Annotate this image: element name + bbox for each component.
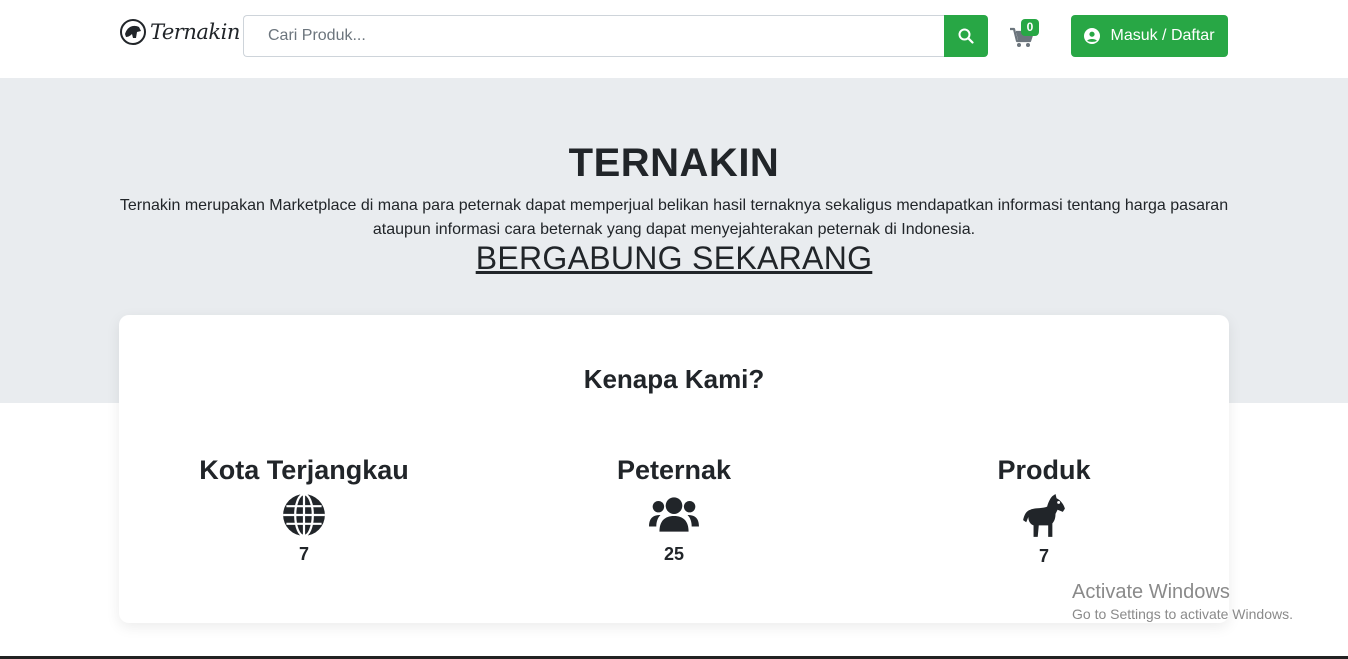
stat-label: Produk — [997, 455, 1091, 485]
login-register-button[interactable]: Masuk / Daftar — [1071, 15, 1228, 57]
stat-value: 7 — [298, 544, 309, 564]
horse-icon — [1023, 494, 1065, 537]
login-button-label: Masuk / Daftar — [1110, 27, 1215, 44]
stat-cities: Kota Terjangkau 7 — [119, 452, 489, 565]
search-input[interactable] — [243, 15, 944, 57]
search-icon — [958, 28, 974, 44]
hero-cta-wrapper: BERGABUNG SEKARANG — [0, 240, 1348, 277]
watermark-subtitle: Go to Settings to activate Windows. — [1072, 606, 1293, 622]
logo[interactable]: Ternakin — [119, 17, 240, 47]
globe-icon — [283, 493, 325, 537]
users-icon — [649, 497, 699, 532]
hero-description: Ternakin merupakan Marketplace di mana p… — [119, 197, 1229, 238]
logo-text: Ternakin — [150, 20, 240, 44]
search-bar — [243, 15, 988, 57]
join-now-link[interactable]: BERGABUNG SEKARANG — [476, 240, 873, 276]
horse-logo-icon — [120, 19, 146, 45]
why-us-card: Kenapa Kami? Kota Terjangkau 7 Peternak … — [119, 315, 1229, 623]
stat-farmers: Peternak 25 — [489, 452, 859, 565]
cart-count-badge: 0 — [1021, 19, 1039, 36]
stat-label: Peternak — [616, 455, 732, 485]
windows-activation-watermark: Activate Windows Go to Settings to activ… — [1072, 580, 1293, 624]
navbar: Ternakin 0 Masuk / Daftar — [0, 0, 1348, 78]
stat-value: 7 — [1038, 546, 1049, 566]
stat-label: Kota Terjangkau — [199, 455, 409, 485]
hero-title: TERNAKIN — [568, 141, 780, 185]
why-us-title: Kenapa Kami? — [583, 364, 765, 394]
user-circle-icon — [1084, 28, 1101, 44]
stat-value: 25 — [663, 544, 685, 564]
stat-products: Produk 7 — [859, 452, 1229, 567]
search-button[interactable] — [944, 15, 988, 57]
watermark-title: Activate Windows — [1072, 581, 1230, 603]
